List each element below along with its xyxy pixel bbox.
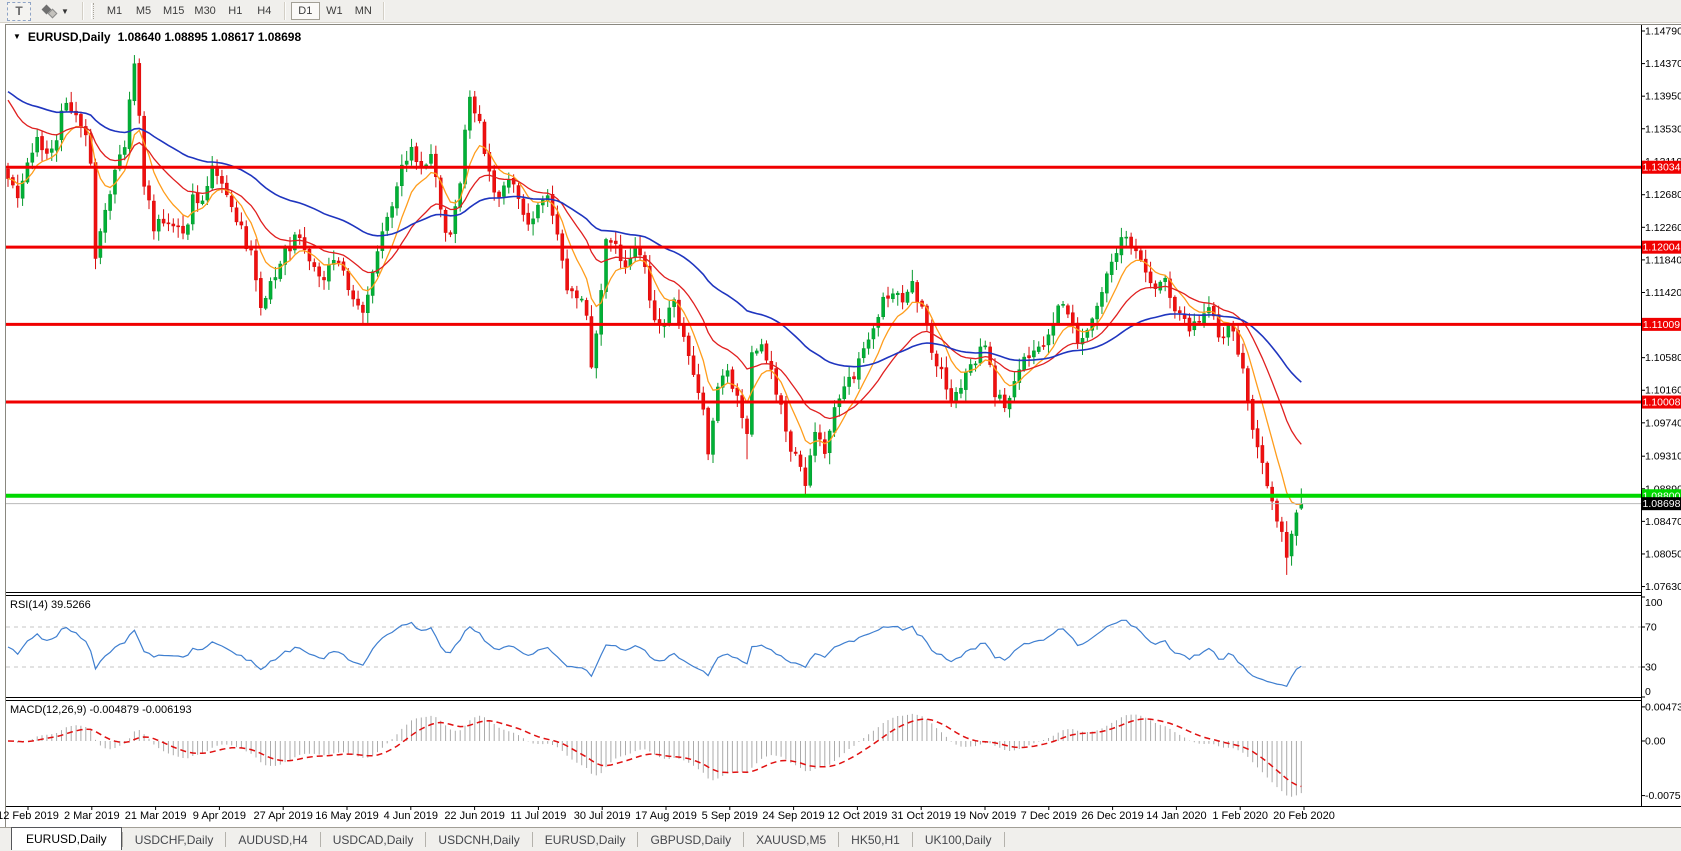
tab-separator [1003, 832, 1005, 847]
price-tick-label: 1.07630 [1645, 581, 1681, 593]
chart-tab-uk100-daily[interactable]: UK100,Daily [913, 828, 1004, 851]
chart-tab-usdcnh-daily[interactable]: USDCNH,Daily [426, 828, 531, 851]
price-tick-label: 1.08050 [1645, 548, 1681, 560]
chart-tab-hk50-h1[interactable]: HK50,H1 [839, 828, 912, 851]
chart-tab-usdchf-daily[interactable]: USDCHF,Daily [123, 828, 226, 851]
date-label: 9 Apr 2019 [192, 810, 246, 822]
date-label: 12 Feb 2019 [0, 810, 59, 822]
date-label: 21 Mar 2019 [124, 810, 187, 822]
rsi-tick-label: 70 [1645, 622, 1657, 634]
date-label: 14 Jan 2020 [1146, 810, 1207, 822]
chart-symbol-label: EURUSD,Daily [27, 30, 111, 44]
chart-tab-eurusd-daily[interactable]: EURUSD,Daily [11, 827, 122, 850]
price-tick-label: 1.13530 [1645, 123, 1681, 135]
chart-tab-xauusd-m5[interactable]: XAUUSD,M5 [744, 828, 838, 851]
rsi-line [7, 619, 1302, 688]
price-tick-label: 1.12260 [1645, 222, 1681, 234]
chart-tab-usdcad-daily[interactable]: USDCAD,Daily [321, 828, 426, 851]
price-tick-label: 1.13950 [1645, 91, 1681, 103]
chart-tab-audusd-h4[interactable]: AUDUSD,H4 [226, 828, 319, 851]
rsi-tick-label: 30 [1645, 662, 1657, 674]
price-level-badge-label: 1.11009 [1643, 319, 1680, 331]
rsi-tick-label: 100 [1645, 597, 1663, 609]
date-label: 31 Oct 2019 [891, 810, 952, 822]
price-tick-label: 1.11420 [1645, 287, 1681, 299]
date-label: 2 Mar 2019 [63, 810, 120, 822]
chart-tab-gbpusd-daily[interactable]: GBPUSD,Daily [638, 828, 743, 851]
date-label: 7 Dec 2019 [1020, 810, 1077, 822]
date-label: 22 Jun 2019 [444, 810, 505, 822]
price-level-badge-label: 1.08698 [1643, 498, 1681, 510]
time-axis[interactable]: 12 Feb 2019 2 Mar 2019 21 Mar 2019 9 Apr 20… [0, 810, 1640, 826]
rsi-indicator-label: RSI(14) 39.5266 [10, 599, 91, 611]
price-tick-label: 1.10580 [1645, 352, 1681, 364]
price-tick-label: 1.09740 [1645, 417, 1681, 429]
date-label: 16 May 2019 [315, 810, 379, 822]
macd-tick-label: 0.00 [1645, 736, 1666, 748]
date-label: 30 Jul 2019 [573, 810, 631, 822]
price-level-badge-label: 1.12004 [1643, 242, 1681, 254]
date-label: 20 Feb 2020 [1273, 810, 1335, 822]
price-tick-label: 1.09310 [1645, 451, 1681, 463]
price-tick-label: 1.08470 [1645, 516, 1681, 528]
chart-tab-eurusd-daily[interactable]: EURUSD,Daily [533, 828, 638, 851]
date-label: 1 Feb 2020 [1212, 810, 1269, 822]
price-tick-label: 1.14790 [1645, 26, 1681, 38]
moving-average-line [7, 90, 1302, 383]
macd-tick-label: -0.00758 [1645, 790, 1681, 802]
macd-indicator-label: MACD(12,26,9) -0.004879 -0.006193 [10, 704, 192, 716]
macd-histogram [12, 713, 1302, 797]
chart-canvas[interactable]: 1.147901.143701.139501.135301.131101.126… [0, 0, 1681, 851]
macd-tick-label: 0.004738 [1645, 701, 1681, 713]
price-tick-label: 1.12680 [1645, 189, 1681, 201]
price-level-badge-label: 1.10008 [1643, 397, 1681, 409]
price-tick-label: 1.10160 [1645, 385, 1681, 397]
date-label: 19 Nov 2019 [953, 810, 1017, 822]
price-tick-label: 1.14370 [1645, 58, 1681, 70]
mt4-application-window: T ▼ M1 M5 M15 M30 H1 H4 D1 W1 MN 1.14790 1.14370 1… [0, 0, 1681, 851]
chart-tab-bar: EURUSD,Daily USDCHF,Daily AUDUSD,H4 USDCAD,… [0, 827, 1681, 851]
date-label: 12 Oct 2019 [827, 810, 888, 822]
date-label: 26 Dec 2019 [1081, 810, 1144, 822]
chart-header[interactable]: ▼ EURUSD,Daily 1.08640 1.08895 1.08617 1… [13, 30, 306, 44]
date-label: 4 Jun 2019 [383, 810, 439, 822]
date-label: 27 Apr 2019 [253, 810, 313, 822]
price-level-badge-label: 1.13034 [1643, 162, 1681, 174]
date-label: 5 Sep 2019 [701, 810, 758, 822]
chart-dropdown-icon[interactable]: ▼ [13, 32, 21, 41]
rsi-tick-label: 0 [1645, 686, 1651, 698]
chart-ohlc-values: 1.08640 1.08895 1.08617 1.08698 [117, 30, 302, 44]
price-tick-label: 1.11840 [1645, 254, 1681, 266]
date-label: 11 Jul 2019 [510, 810, 567, 822]
date-label: 17 Aug 2019 [635, 810, 697, 822]
date-label: 24 Sep 2019 [762, 810, 825, 822]
